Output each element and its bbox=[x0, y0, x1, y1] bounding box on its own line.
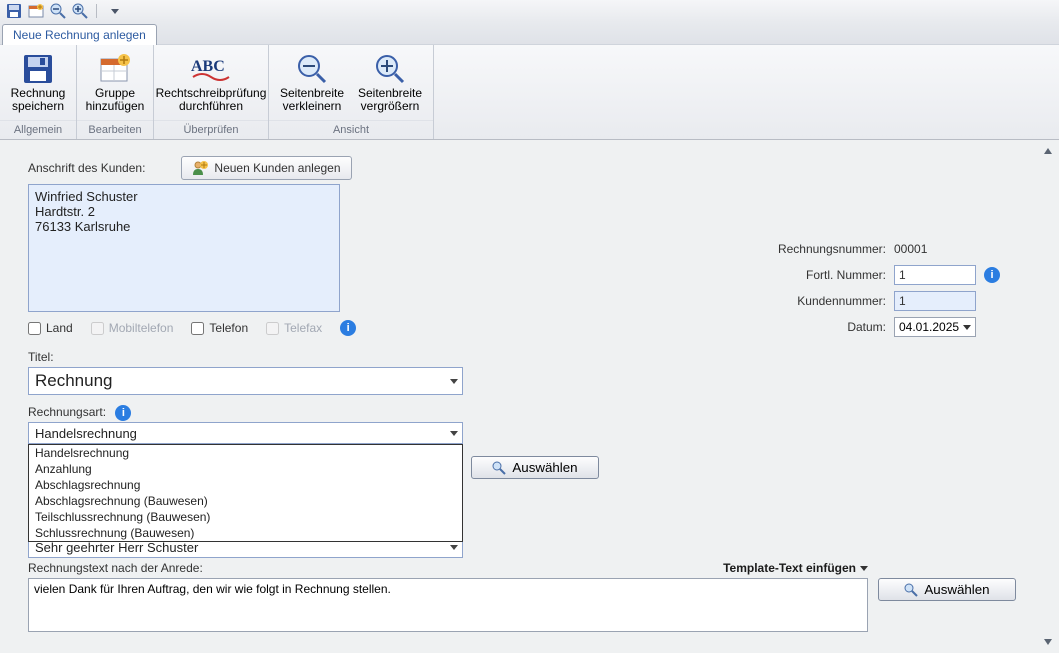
button-label: Auswählen bbox=[512, 460, 577, 475]
invoice-number-value: 00001 bbox=[894, 242, 976, 256]
dropdown-option[interactable]: Handelsrechnung bbox=[29, 445, 462, 461]
add-group-button[interactable]: Gruppe hinzufügen bbox=[83, 51, 147, 115]
zoom-out-icon bbox=[296, 53, 328, 85]
ribbon-item-label: Rechnung speichern bbox=[8, 87, 68, 113]
invoice-type-dropdown: Handelsrechnung Anzahlung Abschlagsrechn… bbox=[28, 444, 463, 542]
save-invoice-button[interactable]: Rechnung speichern bbox=[6, 51, 70, 115]
dropdown-option[interactable]: Teilschlussrechnung (Bauwesen) bbox=[29, 509, 462, 525]
ribbon-item-label: Seitenbreite verkleinern bbox=[277, 87, 347, 113]
ribbon-group-label: Allgemein bbox=[0, 120, 76, 139]
chevron-down-icon bbox=[860, 566, 868, 571]
combo-value: Rechnung bbox=[35, 371, 113, 391]
info-icon[interactable]: i bbox=[115, 405, 131, 421]
button-label: Auswählen bbox=[924, 582, 989, 597]
customer-number-label: Kundennummer: bbox=[751, 294, 886, 308]
qat-more-icon[interactable] bbox=[111, 9, 119, 14]
zoom-out-icon[interactable] bbox=[50, 3, 66, 19]
ribbon: Rechnung speichern Allgemein Gruppe hinz… bbox=[0, 44, 1059, 140]
date-input[interactable]: 04.01.2025 bbox=[894, 317, 976, 337]
search-icon bbox=[492, 461, 506, 475]
title-label: Titel: bbox=[28, 350, 1039, 364]
invoice-type-combo[interactable]: Handelsrechnung bbox=[28, 422, 463, 444]
template-text-button[interactable]: Template-Text einfügen bbox=[723, 561, 868, 575]
chevron-down-icon bbox=[450, 431, 458, 436]
ribbon-group-label: Ansicht bbox=[269, 120, 433, 139]
customer-number-input[interactable] bbox=[894, 291, 976, 311]
invoice-text-label: Rechnungstext nach der Anrede: bbox=[28, 561, 203, 575]
date-value: 04.01.2025 bbox=[899, 320, 959, 334]
info-icon[interactable]: i bbox=[340, 320, 356, 336]
ribbon-group-label: Überprüfen bbox=[154, 120, 268, 139]
sequential-number-label: Fortl. Nummer: bbox=[751, 268, 886, 282]
ribbon-group-label: Bearbeiten bbox=[77, 120, 153, 139]
scroll-down-button[interactable] bbox=[1040, 634, 1056, 650]
spellcheck-button[interactable]: ABC Rechtschreibprüfung durchführen bbox=[160, 51, 262, 115]
address-line: Winfried Schuster bbox=[35, 189, 333, 204]
search-icon bbox=[904, 583, 918, 597]
ribbon-item-label: Seitenbreite vergrößern bbox=[355, 87, 425, 113]
scroll-up-button[interactable] bbox=[1040, 143, 1056, 159]
zoom-in-icon[interactable] bbox=[72, 3, 88, 19]
zoom-in-icon bbox=[374, 53, 406, 85]
address-line: 76133 Karlsruhe bbox=[35, 219, 333, 234]
phone-checkbox[interactable]: Telefon bbox=[191, 321, 248, 335]
select-button[interactable]: Auswählen bbox=[878, 578, 1016, 601]
invoice-text-input[interactable] bbox=[28, 578, 868, 632]
spellcheck-icon: ABC bbox=[187, 53, 235, 85]
land-checkbox[interactable]: Land bbox=[28, 321, 73, 335]
mobile-checkbox: Mobiltelefon bbox=[91, 321, 174, 335]
zoom-in-page-button[interactable]: Seitenbreite vergrößern bbox=[353, 51, 427, 115]
dropdown-option[interactable]: Schlussrechnung (Bauwesen) bbox=[29, 525, 462, 541]
add-user-icon bbox=[192, 160, 208, 176]
tab-new-invoice[interactable]: Neue Rechnung anlegen bbox=[2, 24, 157, 45]
chevron-down-icon bbox=[450, 379, 458, 384]
info-icon[interactable]: i bbox=[984, 267, 1000, 283]
svg-text:ABC: ABC bbox=[191, 58, 225, 75]
invoice-meta: Rechnungsnummer: 00001 Fortl. Nummer: i … bbox=[560, 236, 1000, 340]
ribbon-tabbar: Neue Rechnung anlegen bbox=[0, 22, 1059, 44]
address-label: Anschrift des Kunden: bbox=[28, 161, 145, 175]
button-label: Template-Text einfügen bbox=[723, 561, 856, 575]
button-label: Neuen Kunden anlegen bbox=[214, 161, 340, 175]
fax-checkbox: Telefax bbox=[266, 321, 322, 335]
save-icon bbox=[22, 53, 54, 85]
save-icon[interactable] bbox=[6, 3, 22, 19]
invoice-type-label: Rechnungsart: bbox=[28, 405, 106, 419]
new-item-icon[interactable] bbox=[28, 3, 44, 19]
separator bbox=[96, 4, 97, 18]
form-area: Anschrift des Kunden: Neuen Kunden anleg… bbox=[0, 140, 1059, 653]
dropdown-option[interactable]: Abschlagsrechnung (Bauwesen) bbox=[29, 493, 462, 509]
select-button[interactable]: Auswählen bbox=[471, 456, 599, 479]
title-combo[interactable]: Rechnung bbox=[28, 367, 463, 395]
invoice-number-label: Rechnungsnummer: bbox=[751, 242, 886, 256]
address-line: Hardtstr. 2 bbox=[35, 204, 333, 219]
combo-value: Handelsrechnung bbox=[35, 426, 137, 441]
new-customer-button[interactable]: Neuen Kunden anlegen bbox=[181, 156, 351, 180]
chevron-down-icon bbox=[450, 545, 458, 550]
dropdown-option[interactable]: Abschlagsrechnung bbox=[29, 477, 462, 493]
chevron-down-icon bbox=[963, 325, 971, 330]
dropdown-option[interactable]: Anzahlung bbox=[29, 461, 462, 477]
quick-access-toolbar bbox=[0, 0, 1059, 22]
date-label: Datum: bbox=[751, 320, 886, 334]
ribbon-item-label: Rechtschreibprüfung durchführen bbox=[156, 87, 267, 113]
sequential-number-input[interactable] bbox=[894, 265, 976, 285]
customer-address-input[interactable]: Winfried Schuster Hardtstr. 2 76133 Karl… bbox=[28, 184, 340, 312]
ribbon-item-label: Gruppe hinzufügen bbox=[85, 87, 145, 113]
calendar-add-icon bbox=[99, 53, 131, 85]
zoom-out-page-button[interactable]: Seitenbreite verkleinern bbox=[275, 51, 349, 115]
